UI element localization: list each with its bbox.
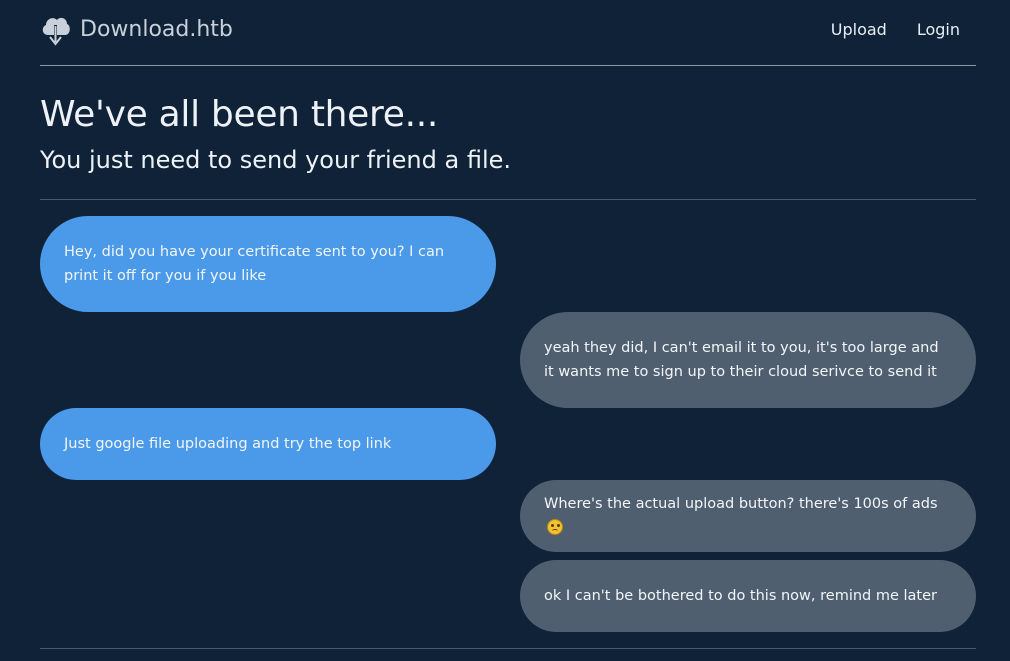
- chat-bubble-user: Where's the actual upload button? there'…: [520, 480, 976, 552]
- nav-upload-link[interactable]: Upload: [831, 20, 887, 39]
- chat-bubble-user: yeah they did, I can't email it to you, …: [520, 312, 976, 408]
- woozy-face-icon: [547, 519, 563, 535]
- cloud-download-icon: [40, 13, 72, 48]
- nav-login-link[interactable]: Login: [917, 20, 960, 39]
- bottom-divider: [40, 648, 976, 649]
- chat-message-text: yeah they did, I can't email it to you, …: [544, 340, 939, 380]
- brand-link[interactable]: Download.htb: [40, 13, 233, 48]
- brand-name: Download.htb: [80, 17, 233, 42]
- nav-links: Upload Login: [831, 20, 960, 39]
- page-container: Download.htb Upload Login We've all been…: [40, 0, 976, 649]
- chat-bubble-user: ok I can't be bothered to do this now, r…: [520, 560, 976, 632]
- chat-message-text: Hey, did you have your certificate sent …: [64, 244, 445, 284]
- chat-message-text: Where's the actual upload button? there'…: [544, 496, 938, 512]
- navbar: Download.htb Upload Login: [40, 0, 976, 66]
- chat-message-text: Just google file uploading and try the t…: [64, 436, 392, 452]
- chat-bubble-friend: Just google file uploading and try the t…: [40, 408, 496, 480]
- page-title: We've all been there...: [40, 94, 439, 135]
- chat-message-line: Where's the actual upload button? there'…: [544, 492, 952, 540]
- chat-bubble-friend: Hey, did you have your certificate sent …: [40, 216, 496, 312]
- chat-conversation: Hey, did you have your certificate sent …: [40, 200, 976, 649]
- chat-message-text: ok I can't be bothered to do this now, r…: [544, 588, 937, 604]
- hero-section: We've all been there... You just need to…: [40, 66, 976, 200]
- page-subtitle: You just need to send your friend a file…: [40, 146, 512, 174]
